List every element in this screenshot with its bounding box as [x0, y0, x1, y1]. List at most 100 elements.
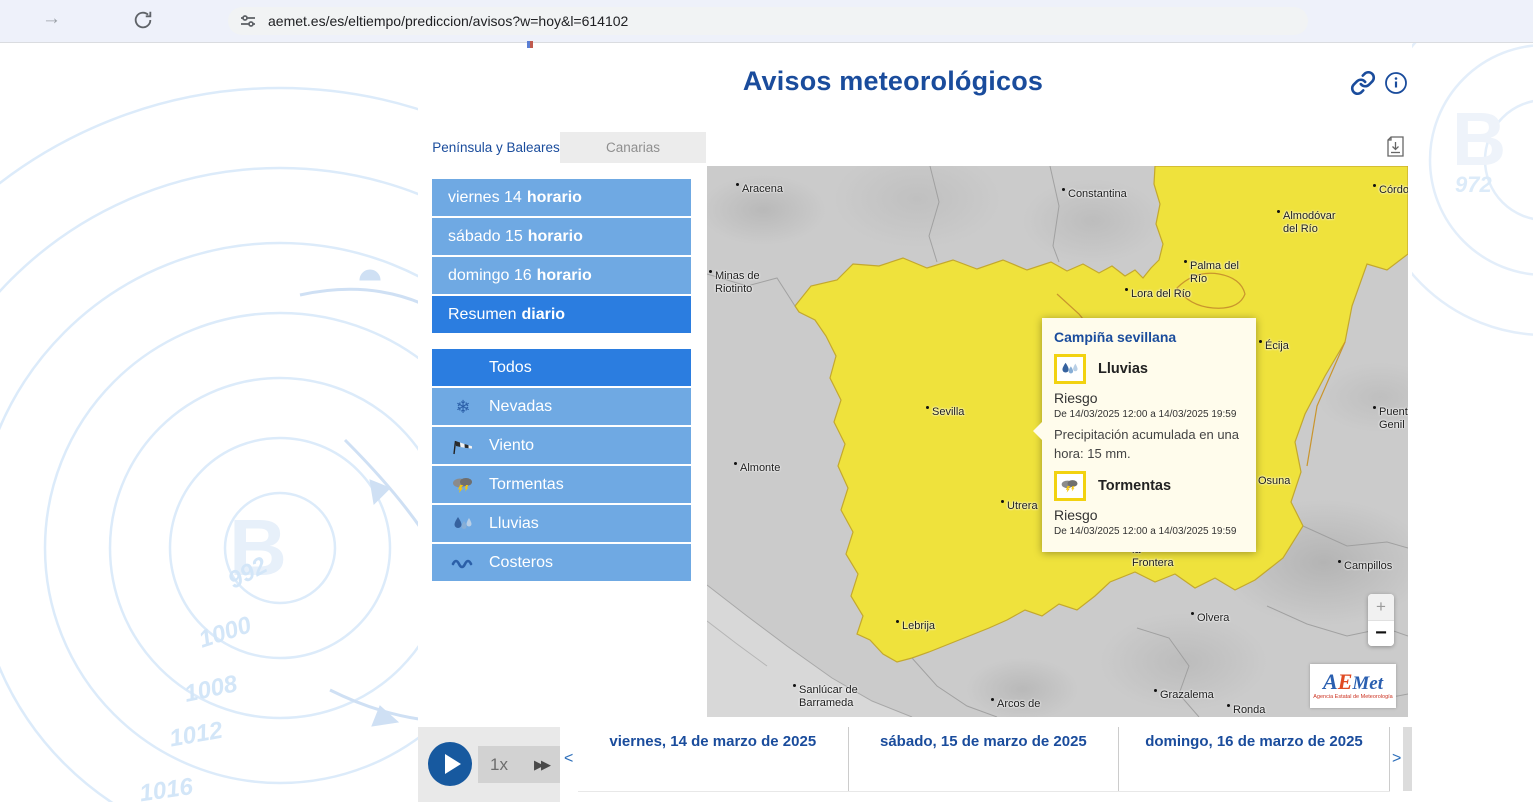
map-city-label: Ronda: [1233, 704, 1265, 717]
day-label-bold: horario: [527, 189, 582, 207]
map-city-label: Constantina: [1068, 188, 1127, 201]
map-city-label: Aracena: [742, 183, 783, 196]
map-city-label: Sevilla: [932, 406, 964, 419]
map-city-label: Minas de Riotinto: [715, 270, 760, 296]
day-label: Resumen: [448, 306, 516, 324]
tab-peninsula-baleares[interactable]: Península y Baleares: [432, 132, 560, 163]
filter-label: Costeros: [489, 554, 553, 572]
rain-warning-iconbox: [1054, 354, 1086, 384]
filter-button-costeros[interactable]: Costeros: [432, 544, 691, 581]
warning-period: De 14/03/2025 12:00 a 14/03/2025 19:59: [1054, 409, 1244, 420]
raindrops-icon: [450, 514, 476, 534]
filter-label: Todos: [489, 359, 532, 377]
page-title: Avisos meteorológicos: [418, 66, 1368, 97]
filter-button-todos[interactable]: Todos: [432, 349, 691, 386]
tab-label: Canarias: [606, 140, 660, 155]
info-icon[interactable]: [1384, 71, 1408, 95]
speed-value: 1x: [490, 755, 508, 775]
warning-type: Lluvias: [1098, 361, 1148, 377]
day-button-resumen[interactable]: Resumen diario: [432, 296, 691, 333]
link-icon[interactable]: [1350, 70, 1376, 96]
waves-icon: [450, 553, 476, 573]
map-city-label: Olvera: [1197, 612, 1229, 625]
filter-button-tormentas[interactable]: Tormentas: [432, 466, 691, 503]
zoom-out-button[interactable]: −: [1368, 621, 1394, 646]
day-label: sábado 15: [448, 228, 523, 246]
svg-text:1008: 1008: [182, 670, 240, 708]
fast-forward-icon[interactable]: ▶▶: [534, 757, 548, 773]
map-city-label: Lora del Río: [1131, 288, 1191, 301]
warning-level: Riesgo: [1054, 390, 1244, 406]
empty-icon-slot: [450, 358, 476, 378]
raindrops-icon: [1061, 361, 1079, 377]
play-button[interactable]: [428, 742, 472, 786]
filter-label: Tormentas: [489, 476, 564, 494]
filter-button-nevadas[interactable]: ❄ Nevadas: [432, 388, 691, 425]
filter-button-viento[interactable]: Viento: [432, 427, 691, 464]
aemet-logo: AEMet Agencia Estatal de Meteorología: [1310, 664, 1396, 708]
timeline-day-domingo[interactable]: domingo, 16 de marzo de 2025: [1119, 727, 1390, 791]
svg-text:1016: 1016: [138, 773, 195, 802]
map-city-label: Utrera: [1007, 500, 1038, 513]
site-settings-icon[interactable]: [238, 11, 258, 31]
url-bar[interactable]: aemet.es/es/eltiempo/prediccion/avisos?w…: [228, 7, 1308, 35]
map-city-label: Campillos: [1344, 560, 1392, 573]
day-label-bold: horario: [537, 267, 592, 285]
filter-button-lluvias[interactable]: Lluvias: [432, 505, 691, 542]
svg-text:B: B: [1452, 97, 1506, 181]
tab-canarias[interactable]: Canarias: [560, 132, 706, 163]
url-text: aemet.es/es/eltiempo/prediccion/avisos?w…: [268, 13, 628, 29]
reload-icon[interactable]: [132, 9, 154, 31]
timeline[interactable]: viernes, 14 de marzo de 2025 sábado, 15 …: [578, 727, 1390, 792]
map-city-label: Córdo: [1379, 184, 1408, 197]
svg-text:1000: 1000: [196, 611, 256, 653]
timeline-next-arrow[interactable]: >: [1392, 750, 1401, 768]
warning-tooltip: Campiña sevillana Lluvias Riesgo De 14/0…: [1042, 318, 1256, 552]
storm-warning-iconbox: [1054, 471, 1086, 501]
storm-icon: [1060, 478, 1080, 494]
tooltip-arrow: [1033, 422, 1042, 440]
svg-text:972: 972: [1455, 172, 1492, 197]
map-zoom-control: + −: [1368, 594, 1394, 646]
day-button-domingo[interactable]: domingo 16 horario: [432, 257, 691, 294]
svg-text:1012: 1012: [167, 717, 225, 753]
forward-icon[interactable]: →: [42, 8, 61, 30]
filter-label: Nevadas: [489, 398, 552, 416]
day-label-bold: horario: [528, 228, 583, 246]
browser-toolbar: → aemet.es/es/eltiempo/prediccion/avisos…: [0, 0, 1533, 43]
map-city-label: Puente Genil: [1379, 406, 1408, 432]
svg-text:B: B: [229, 503, 287, 592]
timeline-day-viernes[interactable]: viernes, 14 de marzo de 2025: [578, 727, 849, 791]
warning-period: De 14/03/2025 12:00 a 14/03/2025 19:59: [1054, 526, 1244, 537]
timeline-day-sabado[interactable]: sábado, 15 de marzo de 2025: [849, 727, 1120, 791]
snowflake-icon: ❄: [450, 397, 476, 417]
day-button-sabado[interactable]: sábado 15 horario: [432, 218, 691, 255]
day-label: domingo 16: [448, 267, 532, 285]
map-city-label: Lebrija: [902, 620, 935, 633]
warning-description: Precipitación acumulada en una hora: 15 …: [1054, 426, 1244, 464]
day-button-viernes[interactable]: viernes 14horario: [432, 179, 691, 216]
tab-label: Península y Baleares: [432, 140, 560, 155]
filter-label: Lluvias: [489, 515, 539, 533]
day-label-bold: diario: [521, 306, 565, 324]
map-city-label: Palma del Río: [1190, 260, 1239, 286]
map-city-label: Osuna: [1258, 475, 1290, 488]
timeline-scrollbar[interactable]: [1403, 727, 1412, 791]
windsock-icon: [450, 436, 476, 456]
storm-icon: [450, 475, 476, 495]
logo-letter-a: A: [1323, 669, 1338, 694]
download-icon[interactable]: [1387, 136, 1404, 157]
speed-control[interactable]: 1x ▶▶: [478, 746, 560, 783]
map-city-label: Sanlúcar de Barrameda: [799, 684, 858, 710]
warning-level: Riesgo: [1054, 507, 1244, 523]
tooltip-title: Campiña sevillana: [1054, 329, 1244, 345]
animation-controls: 1x ▶▶: [418, 727, 560, 802]
logo-subtext: Agencia Estatal de Meteorología: [1313, 695, 1393, 701]
map-city-label: Almodóvar del Río: [1283, 210, 1336, 236]
favicon-artifact: [527, 41, 533, 48]
logo-letters-met: Met: [1352, 673, 1383, 694]
filter-label: Viento: [489, 437, 534, 455]
timeline-prev-arrow[interactable]: <: [564, 750, 573, 768]
zoom-in-button[interactable]: +: [1368, 594, 1394, 621]
svg-text:992: 992: [224, 551, 273, 594]
